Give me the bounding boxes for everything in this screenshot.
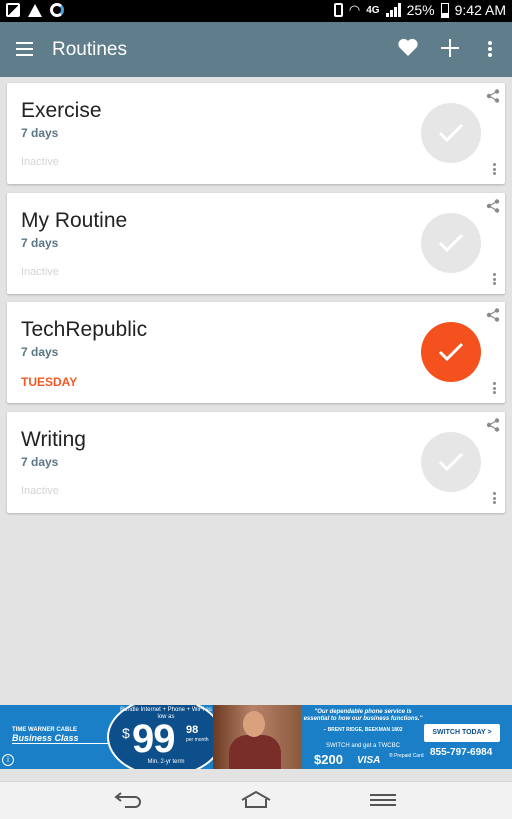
check-icon bbox=[438, 452, 464, 472]
routine-status: TUESDAY bbox=[21, 375, 78, 389]
battery-icon bbox=[440, 2, 449, 18]
routine-days: 7 days bbox=[21, 126, 59, 140]
routine-title: Writing bbox=[21, 428, 86, 451]
complete-check-button[interactable] bbox=[421, 213, 481, 273]
ad-term: Min. 2-yr term bbox=[147, 759, 185, 765]
menu-icon[interactable] bbox=[16, 42, 33, 56]
back-icon[interactable] bbox=[113, 790, 143, 815]
ad-brand-main: Business Class bbox=[12, 733, 108, 744]
ad-visa: VISA bbox=[357, 755, 381, 766]
ad-banner[interactable]: TIME WARNER CABLE Business Class Bundle … bbox=[0, 705, 512, 769]
ad-per-month: per month bbox=[186, 737, 209, 743]
page-title: Routines bbox=[52, 39, 127, 60]
status-bar: ◠ 4G 25% 9:42 AM bbox=[0, 0, 512, 22]
gallery-notification-icon bbox=[6, 3, 20, 17]
add-icon[interactable] bbox=[440, 32, 460, 65]
routine-title: My Routine bbox=[21, 209, 128, 232]
battery-percent: 25% bbox=[406, 2, 435, 18]
check-icon bbox=[438, 123, 464, 143]
vibrate-icon bbox=[333, 3, 343, 17]
ad-quote-author: – BRENT RIDGE, BEEKMAN 1802 bbox=[323, 727, 403, 733]
share-icon[interactable] bbox=[486, 418, 500, 437]
ad-phone-number: 855-797-6984 bbox=[430, 747, 493, 758]
ad-dollar: $ bbox=[122, 725, 130, 741]
ad-switch-text: SWITCH and get a TWCBC bbox=[326, 743, 400, 749]
card-overflow-icon[interactable] bbox=[493, 382, 497, 396]
routine-card[interactable]: My Routine 7 days Inactive bbox=[7, 193, 505, 294]
routine-title: Exercise bbox=[21, 99, 102, 122]
clock: 9:42 AM bbox=[454, 2, 506, 18]
signal-icon bbox=[385, 3, 401, 17]
system-nav-bar bbox=[0, 781, 512, 819]
heart-icon[interactable] bbox=[398, 36, 418, 62]
recent-apps-icon[interactable] bbox=[369, 790, 397, 815]
app-toolbar: Routines bbox=[0, 22, 512, 77]
routine-card[interactable]: Writing 7 days Inactive bbox=[7, 412, 505, 513]
routine-title: TechRepublic bbox=[21, 318, 148, 341]
routine-status: Inactive bbox=[21, 156, 59, 168]
complete-check-button[interactable] bbox=[421, 103, 481, 163]
ad-price-dollars: 99 bbox=[132, 717, 175, 761]
complete-check-button[interactable] bbox=[421, 322, 481, 382]
routine-status: Inactive bbox=[21, 485, 59, 497]
ad-photo bbox=[213, 705, 301, 769]
routine-days: 7 days bbox=[21, 345, 59, 359]
ad-prepaid: ® Prepaid Card bbox=[389, 753, 424, 759]
share-icon[interactable] bbox=[486, 199, 500, 218]
card-overflow-icon[interactable] bbox=[493, 492, 497, 506]
overflow-menu-icon[interactable] bbox=[488, 41, 492, 59]
share-icon[interactable] bbox=[486, 89, 500, 108]
wifi-icon: ◠ bbox=[348, 2, 361, 17]
ad-brand-logo: TIME WARNER CABLE Business Class bbox=[12, 727, 108, 744]
complete-check-button[interactable] bbox=[421, 432, 481, 492]
check-icon bbox=[438, 342, 464, 362]
routine-card[interactable]: Exercise 7 days Inactive bbox=[7, 83, 505, 184]
ad-info-icon[interactable]: i bbox=[2, 754, 14, 766]
card-overflow-icon[interactable] bbox=[493, 163, 497, 177]
warning-icon bbox=[28, 3, 42, 17]
routine-status: Inactive bbox=[21, 266, 59, 278]
routine-days: 7 days bbox=[21, 236, 59, 250]
ad-price: $ 99 98 per month bbox=[118, 717, 214, 761]
ad-quote: "Our dependable phone service is essenti… bbox=[303, 709, 423, 722]
home-icon[interactable] bbox=[240, 790, 272, 815]
sync-icon bbox=[50, 3, 64, 17]
ad-switch-today-button[interactable]: SWITCH TODAY > bbox=[424, 724, 500, 742]
ad-price-cents: 98 bbox=[186, 724, 199, 736]
card-overflow-icon[interactable] bbox=[493, 273, 497, 287]
lte-icon: 4G bbox=[366, 4, 380, 16]
share-icon[interactable] bbox=[486, 308, 500, 327]
routine-card[interactable]: TechRepublic 7 days TUESDAY bbox=[7, 302, 505, 403]
ad-reward-amount: $200 bbox=[314, 752, 343, 767]
routine-days: 7 days bbox=[21, 455, 59, 469]
check-icon bbox=[438, 233, 464, 253]
